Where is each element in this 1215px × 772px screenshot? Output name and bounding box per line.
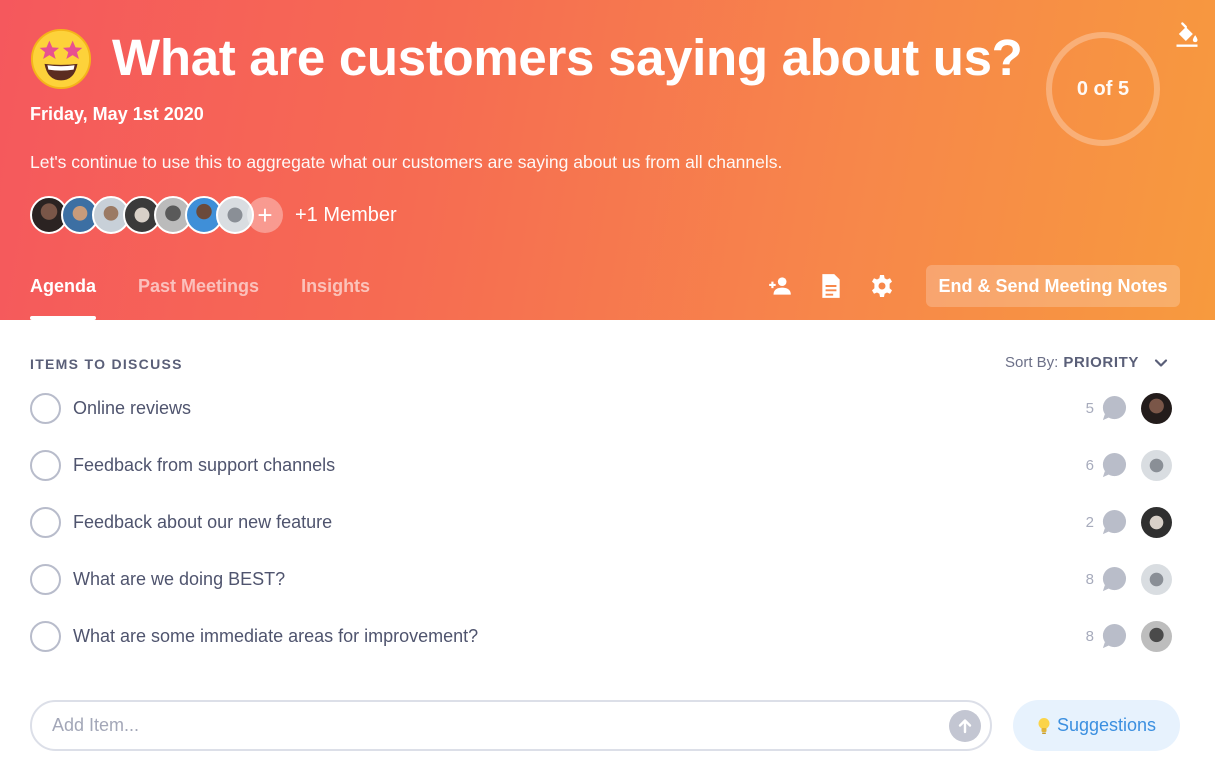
add-member-button[interactable]: + (247, 197, 283, 233)
sort-value: PRIORITY (1063, 354, 1139, 371)
item-label[interactable]: What are we doing BEST? (73, 569, 285, 590)
avatar[interactable] (1141, 564, 1172, 595)
section-title: ITEMS TO DISCUSS (30, 356, 183, 372)
extra-member-count[interactable]: +1 Member (295, 204, 397, 227)
item-label[interactable]: Feedback from support channels (73, 455, 335, 476)
agenda-list: Online reviews 5 Feedback from support c… (30, 380, 1175, 665)
comment-count: 8 (1085, 628, 1094, 645)
item-checkbox[interactable] (30, 507, 61, 538)
comment-bubble-icon[interactable] (1100, 623, 1127, 650)
list-item[interactable]: Online reviews 5 (30, 380, 1175, 437)
list-item[interactable]: Feedback about our new feature 2 (30, 494, 1175, 551)
progress-text: 0 of 5 (1076, 77, 1130, 100)
sort-dropdown[interactable]: Sort By: PRIORITY (1005, 354, 1169, 371)
comment-bubble-icon[interactable] (1100, 395, 1127, 422)
add-item-bar (30, 700, 992, 751)
item-label[interactable]: Feedback about our new feature (73, 512, 332, 533)
tab-insights[interactable]: Insights (301, 276, 370, 320)
list-item[interactable]: Feedback from support channels 6 (30, 437, 1175, 494)
comment-bubble-icon[interactable] (1100, 452, 1127, 479)
meeting-description: Let's continue to use this to aggregate … (30, 152, 783, 172)
comment-count: 2 (1085, 514, 1094, 531)
page-title: What are customers saying about us? (112, 29, 1023, 86)
arrow-up-icon (958, 718, 972, 733)
tab-bar: Agenda Past Meetings Insights (30, 276, 370, 320)
member-list: + +1 Member (30, 196, 397, 234)
header-actions: End & Send Meeting Notes (767, 265, 1180, 307)
comment-count: 6 (1085, 457, 1094, 474)
sort-label: Sort By: (1005, 354, 1059, 371)
comment-bubble-icon[interactable] (1100, 566, 1127, 593)
suggestions-label: Suggestions (1056, 715, 1157, 735)
item-label[interactable]: What are some immediate areas for improv… (73, 626, 478, 647)
add-person-icon[interactable] (767, 273, 793, 299)
progress-ring: 0 of 5 (1046, 32, 1160, 146)
suggestions-button[interactable]: Suggestions (1013, 700, 1180, 751)
comment-bubble-icon[interactable] (1100, 509, 1127, 536)
gear-icon[interactable] (869, 273, 895, 299)
star-struck-emoji-icon (30, 28, 92, 90)
comment-count: 5 (1085, 400, 1094, 417)
avatar[interactable] (1141, 450, 1172, 481)
list-item[interactable]: What are some immediate areas for improv… (30, 608, 1175, 665)
list-item[interactable]: What are we doing BEST? 8 (30, 551, 1175, 608)
item-label[interactable]: Online reviews (73, 398, 191, 419)
meeting-date: Friday, May 1st 2020 (30, 104, 204, 124)
meeting-header: What are customers saying about us? Frid… (0, 0, 1215, 320)
avatar[interactable] (1141, 621, 1172, 652)
end-send-notes-button[interactable]: End & Send Meeting Notes (926, 265, 1180, 307)
comment-count: 8 (1085, 571, 1094, 588)
tab-agenda[interactable]: Agenda (30, 276, 97, 320)
submit-item-button[interactable] (949, 709, 981, 742)
document-icon[interactable] (818, 273, 844, 299)
add-item-input[interactable] (32, 702, 949, 749)
item-checkbox[interactable] (30, 621, 61, 652)
item-checkbox[interactable] (30, 393, 61, 424)
chevron-down-icon[interactable] (1153, 355, 1169, 371)
tab-past-meetings[interactable]: Past Meetings (138, 276, 259, 320)
lightbulb-icon (1038, 717, 1050, 734)
paint-bucket-icon[interactable] (1173, 20, 1201, 48)
item-checkbox[interactable] (30, 564, 61, 595)
avatar[interactable] (1141, 507, 1172, 538)
avatar[interactable] (1141, 393, 1172, 424)
item-checkbox[interactable] (30, 450, 61, 481)
